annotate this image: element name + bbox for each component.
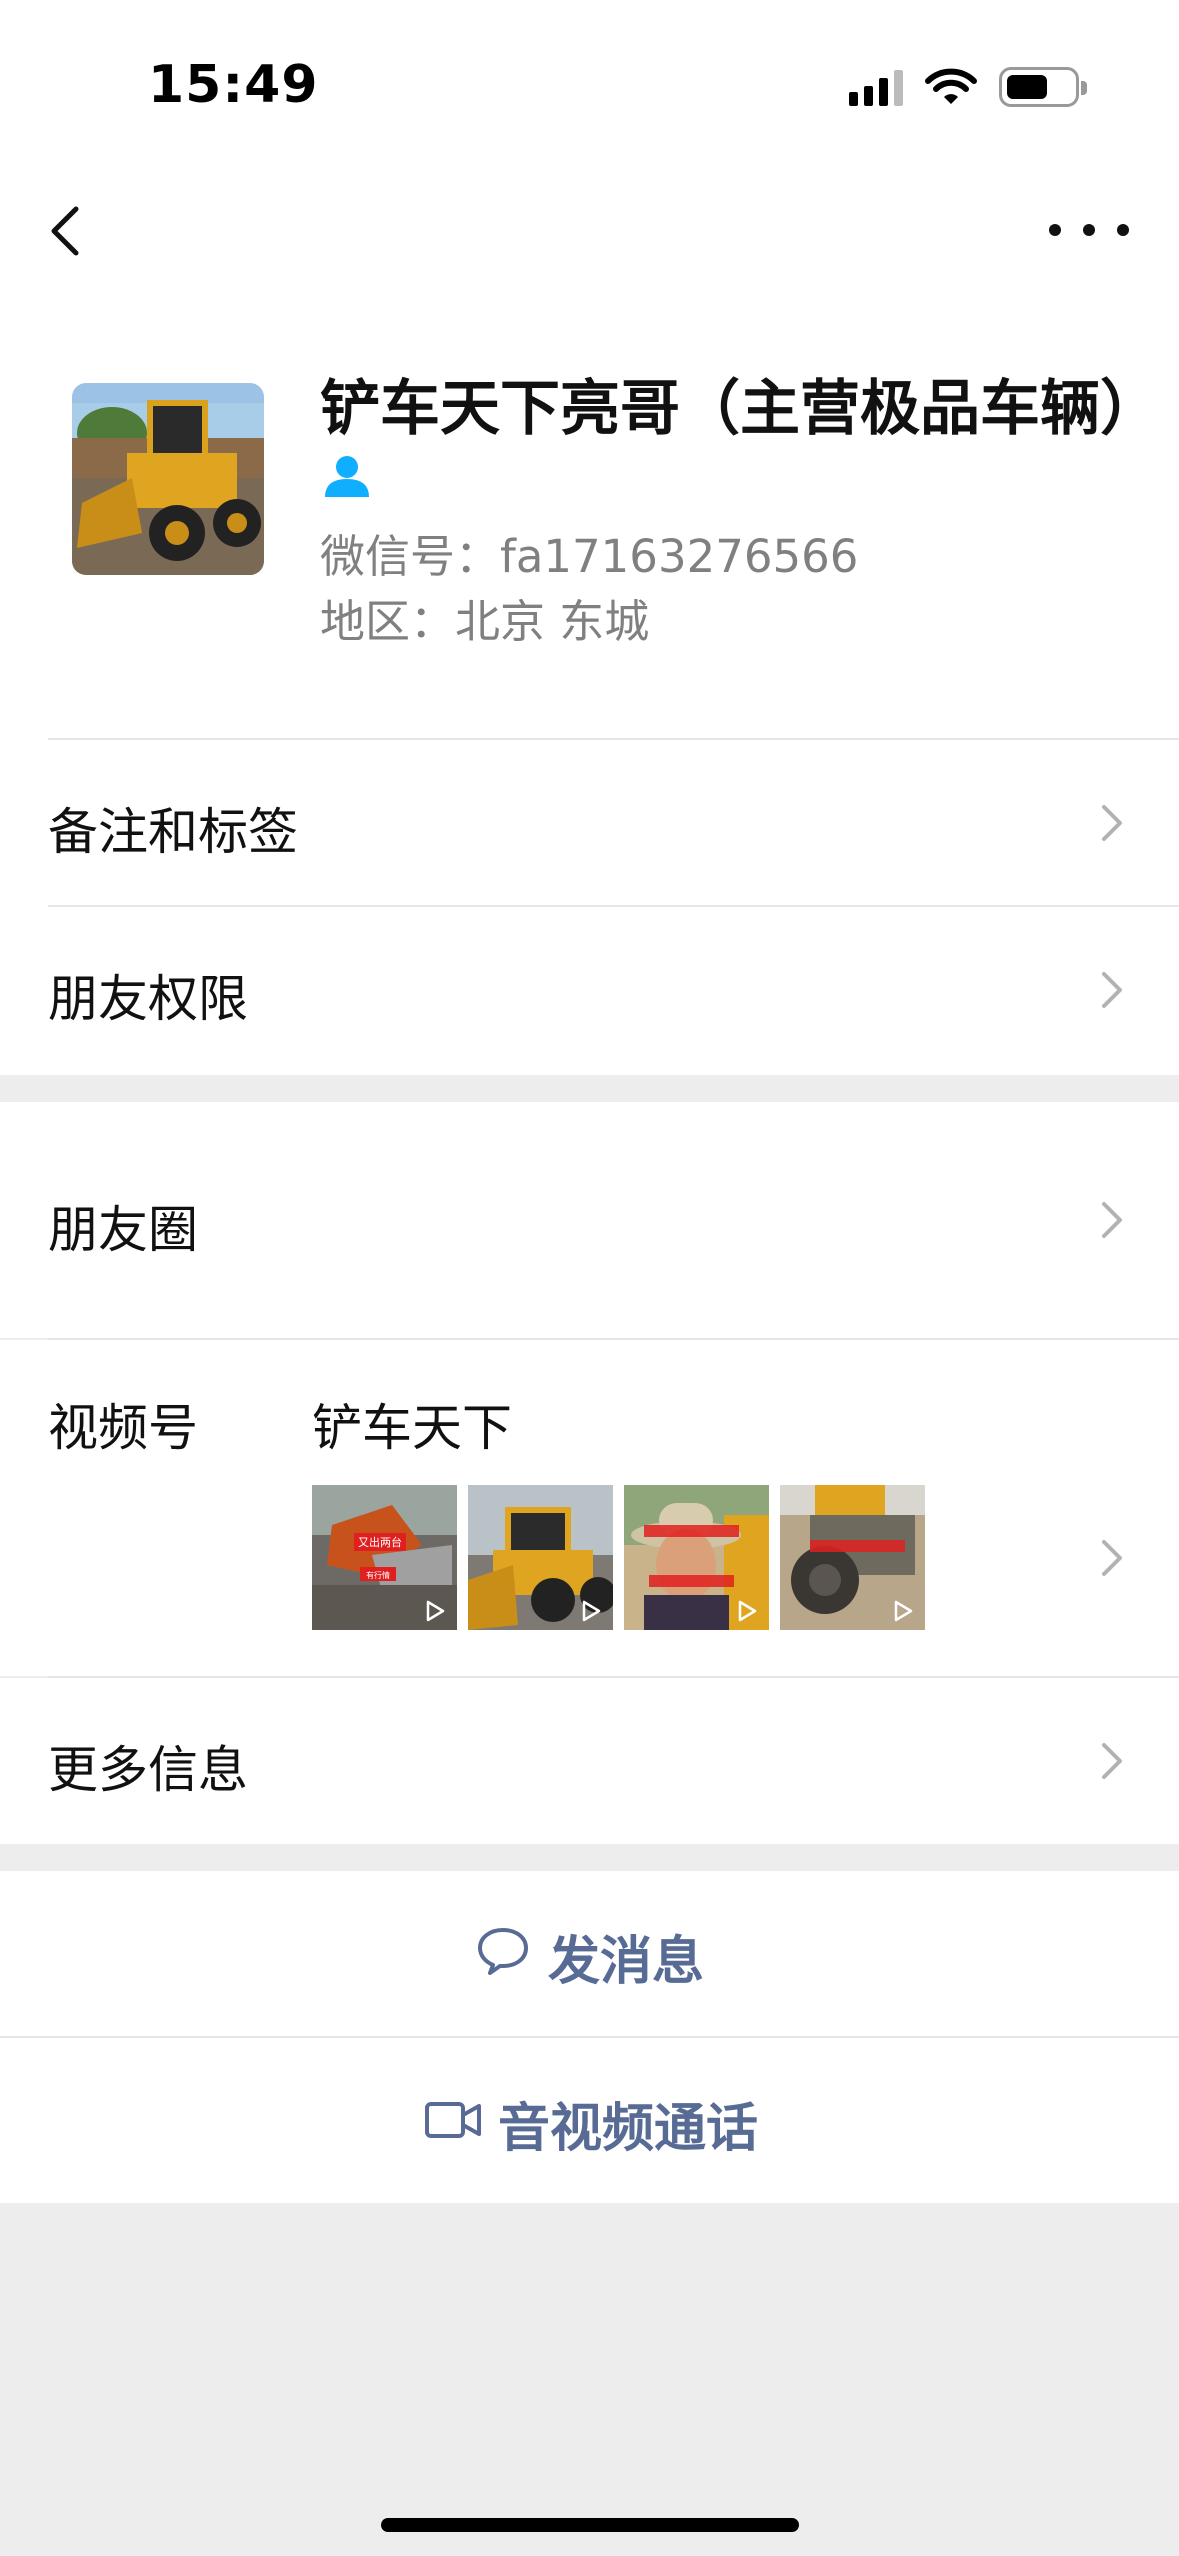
status-time: 15:49 <box>148 55 319 115</box>
battery-icon <box>999 67 1087 107</box>
channels-name: 铲车天下 <box>312 1399 512 1457</box>
chevron-right-icon <box>1102 1202 1122 1238</box>
status-icons <box>849 62 1087 112</box>
av-call-button[interactable]: 音视频通话 <box>0 2038 1179 2203</box>
region: 地区：北京 东城 <box>320 595 650 648</box>
section-gap <box>0 1075 1179 1102</box>
channel-thumbnail[interactable] <box>780 1485 925 1630</box>
cellular-signal-icon <box>849 68 903 106</box>
chevron-right-icon <box>1102 972 1122 1008</box>
remarks-tags-row[interactable]: 备注和标签 <box>0 740 1179 906</box>
svg-text:又出两台: 又出两台 <box>358 1535 402 1549</box>
channel-thumbnail[interactable] <box>624 1485 769 1630</box>
profile-name: 铲车天下亮哥（主营极品车辆） <box>320 374 1160 444</box>
contact-profile-page: 15:49 铲车天下亮哥（主营极品车辆） 微信号：fa17163276566 地… <box>0 0 1179 2556</box>
friend-permissions-row[interactable]: 朋友权限 <box>0 907 1179 1073</box>
svg-text:有行情: 有行情 <box>366 1570 390 1580</box>
person-icon <box>325 456 369 497</box>
more-info-label: 更多信息 <box>48 1741 248 1799</box>
send-message-label: 发消息 <box>548 1932 705 1992</box>
home-indicator <box>381 2518 799 2532</box>
back-button[interactable] <box>40 195 100 265</box>
av-call-label: 音视频通话 <box>498 2099 759 2159</box>
more-info-row[interactable]: 更多信息 <box>0 1678 1179 1844</box>
wifi-icon <box>925 68 977 104</box>
chat-bubble-icon <box>478 1928 528 1975</box>
moments-label: 朋友圈 <box>48 1201 198 1259</box>
section-gap <box>0 1844 1179 1871</box>
chevron-right-icon <box>1102 1540 1122 1576</box>
remarks-tags-label: 备注和标签 <box>48 803 298 861</box>
avatar[interactable] <box>72 383 264 575</box>
channel-thumbnail[interactable] <box>468 1485 613 1630</box>
more-options-button[interactable] <box>1049 205 1129 255</box>
moments-row[interactable]: 朋友圈 <box>0 1102 1179 1338</box>
channel-thumbnail[interactable]: 又出两台 有行情 <box>312 1485 457 1630</box>
video-camera-icon <box>425 2102 481 2138</box>
wechat-id: 微信号：fa17163276566 <box>320 530 859 583</box>
friend-permissions-label: 朋友权限 <box>48 970 248 1028</box>
chevron-left-icon <box>51 206 79 256</box>
channels-label: 视频号 <box>48 1399 198 1457</box>
more-dots-icon <box>1049 224 1061 236</box>
send-message-button[interactable]: 发消息 <box>0 1871 1179 2036</box>
chevron-right-icon <box>1102 1743 1122 1779</box>
chevron-right-icon <box>1102 805 1122 841</box>
